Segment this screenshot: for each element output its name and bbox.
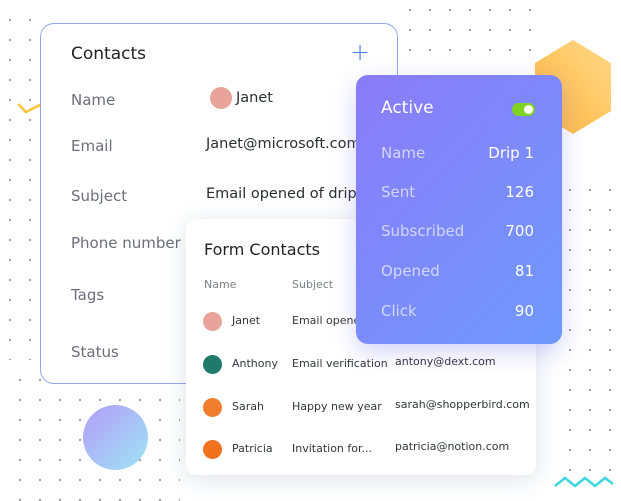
name-value: Janet — [236, 90, 273, 106]
stat-row: Click 90 — [381, 302, 534, 320]
stat-value: 81 — [514, 262, 534, 280]
phone-label: Phone number — [71, 234, 181, 252]
row-name: Sarah — [232, 400, 264, 413]
row-email: patricia@notion.com — [395, 440, 510, 453]
row-subject: Invitation for... — [292, 442, 373, 455]
stat-label: Opened — [381, 262, 440, 280]
status-label: Status — [71, 343, 119, 361]
subject-value: Email opened of drip — [206, 186, 357, 202]
active-title: Active — [381, 98, 434, 118]
stat-value: 126 — [505, 183, 534, 201]
row-name: Janet — [232, 314, 261, 327]
stat-row: Subscribed 700 — [381, 222, 534, 240]
stat-label: Sent — [381, 183, 416, 201]
email-value: Janet@microsoft.com — [206, 136, 361, 152]
form-contacts-title: Form Contacts — [204, 240, 320, 259]
avatar — [203, 398, 222, 417]
header-subject: Subject — [292, 278, 334, 291]
stat-label: Click — [381, 302, 417, 320]
avatar — [203, 312, 222, 331]
gradient-circle-decoration — [83, 405, 148, 470]
row-name: Anthony — [232, 357, 278, 370]
stat-row: Name Drip 1 — [381, 144, 534, 162]
wave-decoration — [554, 476, 614, 488]
row-subject: Happy new year — [292, 400, 382, 413]
tags-label: Tags — [71, 286, 105, 304]
stat-label: Subscribed — [381, 222, 465, 240]
contacts-title: Contacts — [71, 44, 146, 64]
drip-stats-card: Active Name Drip 1 Sent 126 Subscribed 700 Ope… — [356, 75, 562, 344]
stat-value: Drip 1 — [488, 144, 534, 162]
dot-grid — [0, 10, 40, 360]
stat-row: Sent 126 — [381, 183, 534, 201]
row-subject: Email verification — [292, 357, 388, 370]
email-label: Email — [71, 137, 113, 155]
avatar — [203, 440, 222, 459]
header-name: Name — [204, 278, 237, 291]
stat-row: Opened 81 — [381, 262, 534, 280]
row-email: antony@dext.com — [395, 355, 496, 368]
dot-grid — [560, 180, 621, 480]
subject-label: Subject — [71, 187, 128, 205]
row-name: Patricia — [232, 442, 273, 455]
avatar — [210, 87, 232, 109]
stat-label: Name — [381, 144, 426, 162]
dot-grid — [400, 0, 540, 60]
name-label: Name — [71, 91, 116, 109]
stat-value: 700 — [505, 222, 534, 240]
row-email: sarah@shopperbird.com — [395, 398, 530, 411]
plus-icon[interactable]: + — [350, 38, 370, 66]
avatar — [203, 355, 222, 374]
stat-value: 90 — [514, 302, 534, 320]
active-toggle[interactable] — [512, 103, 535, 116]
